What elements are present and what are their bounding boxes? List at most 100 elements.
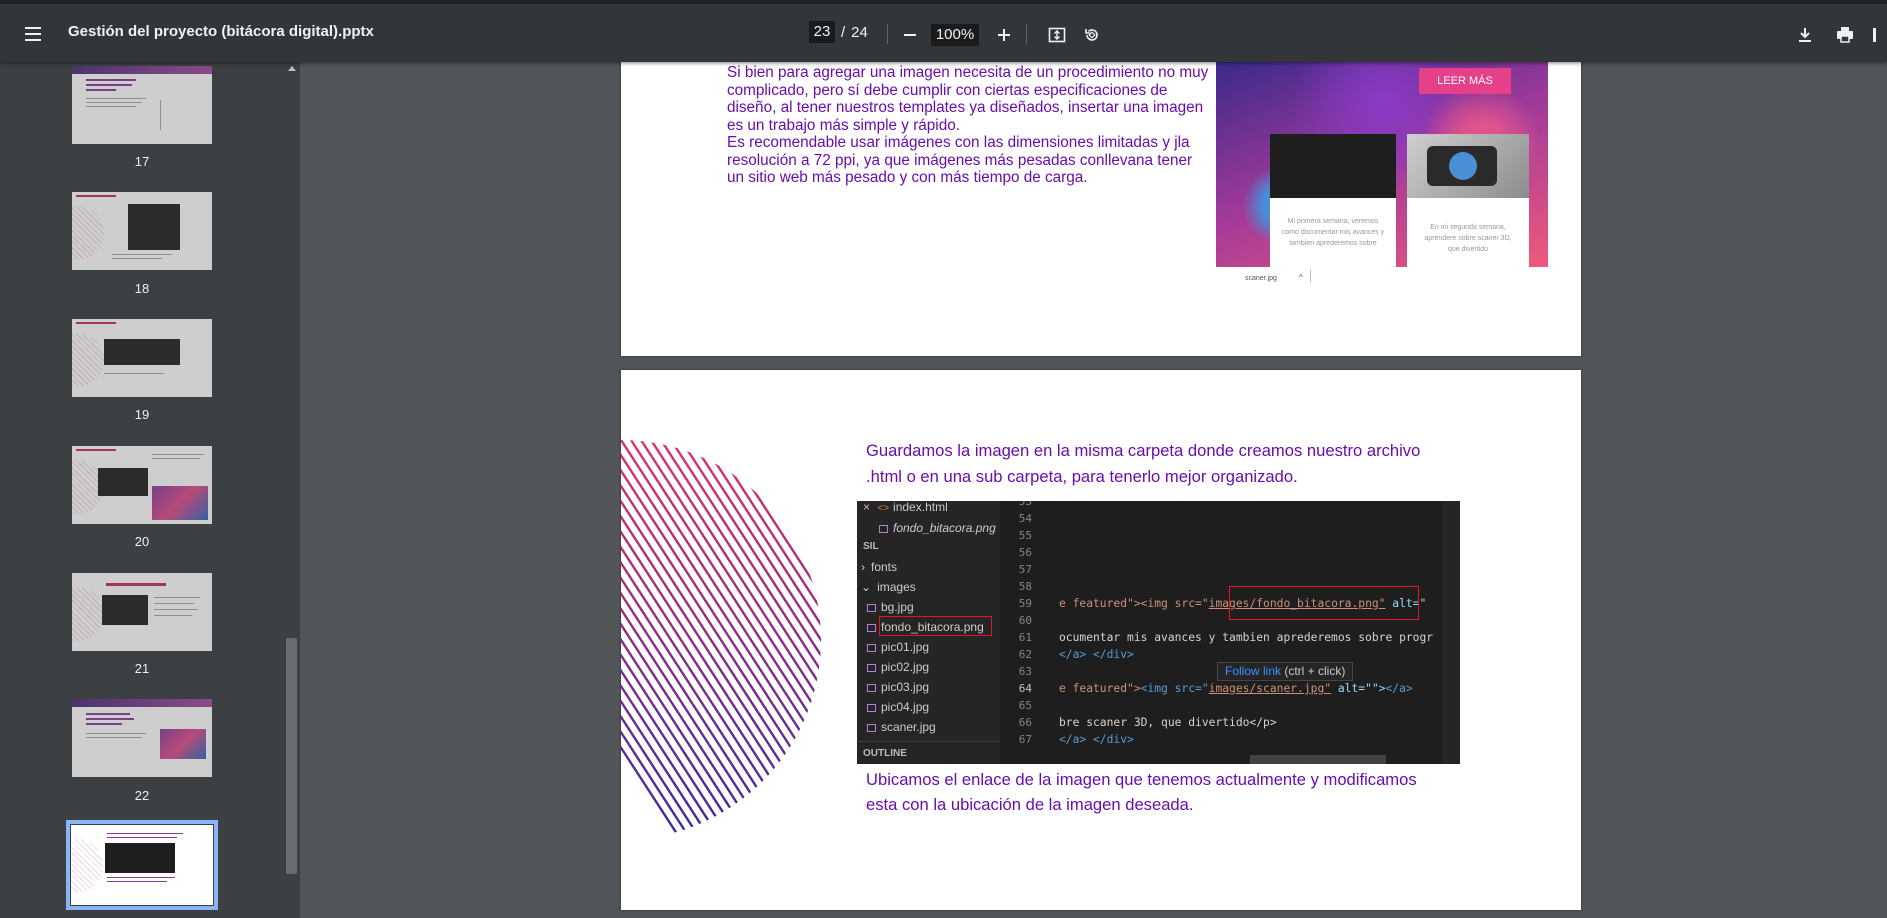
- stripe-line: [621, 440, 713, 840]
- image-file-icon: [867, 664, 876, 672]
- open-file-item: × <> index.html: [863, 501, 948, 514]
- scrollbar-thumb[interactable]: [286, 638, 297, 874]
- menu-icon[interactable]: [21, 22, 45, 46]
- file-item: pic04.jpg: [857, 697, 1000, 717]
- zoom-in-icon: [998, 29, 1010, 41]
- image-file-icon: [867, 624, 876, 632]
- pdf-page-23: Guardamos la imagen en la misma carpeta …: [621, 370, 1581, 910]
- blog-card-2: En mi segunda semana, aprendere sobre sc…: [1407, 134, 1529, 267]
- follow-link-tooltip: Follow link (ctrl + click): [1217, 662, 1354, 681]
- stripe-line: [809, 440, 821, 840]
- sidebar-scrollbar[interactable]: [283, 62, 300, 918]
- page-separator: /: [841, 23, 846, 41]
- file-item: pic01.jpg: [857, 637, 1000, 657]
- website-screenshot-image: LEER MÁS Mi primera semana, veremos como…: [1216, 62, 1548, 267]
- zoom-in-button[interactable]: [990, 21, 1018, 49]
- line-number-gutter: 53 54 55 56 57 58 59 60 61 62 63 64 65 6…: [1018, 501, 1032, 746]
- pdf-page-22: Si bien para agregar una imagen necesita…: [621, 62, 1581, 356]
- thumbnail-page-19[interactable]: [72, 319, 212, 397]
- chevron-down-icon: ⌄: [861, 580, 872, 594]
- outline-section-title: OUTLINE: [863, 748, 907, 759]
- file-explorer-panel: × <> index.html fondo_bitacora.png SIL › f…: [857, 501, 1000, 764]
- print-button[interactable]: [1831, 21, 1859, 49]
- image-file-icon: [867, 604, 876, 612]
- code-line-62: </a> </div>: [1059, 648, 1134, 661]
- thumbnail-label: 17: [134, 154, 150, 169]
- explorer-section-title: SIL: [863, 541, 879, 552]
- more-icon: [1872, 28, 1876, 42]
- thumbnail-page-18[interactable]: [72, 192, 212, 270]
- folder-item: ⌄ images: [861, 580, 916, 594]
- page-number-input[interactable]: 23: [809, 21, 835, 43]
- image-file-icon: [867, 684, 876, 692]
- thumbnail-page-21[interactable]: [72, 573, 212, 651]
- html-file-icon: <>: [877, 503, 890, 514]
- toolbar-divider: [1026, 24, 1027, 44]
- code-line-64: e featured"><img src="images/scaner.jpg"…: [1059, 682, 1413, 695]
- editor-horizontal-scrollbar: [1250, 755, 1386, 764]
- fit-page-button[interactable]: [1043, 21, 1071, 49]
- thumbnail-sidebar: 17 18 19 20 21 22: [0, 62, 283, 918]
- blog-card-1: Mi primera semana, veremos como document…: [1270, 134, 1396, 267]
- stripe-line: [729, 440, 821, 840]
- thumbnail-page-17[interactable]: [72, 66, 212, 144]
- chevron-right-icon: ›: [861, 560, 865, 574]
- fit-page-icon: [1048, 27, 1066, 43]
- zoom-out-button[interactable]: [896, 21, 924, 49]
- folder-item: › fonts: [861, 560, 898, 574]
- thumbnail-page-23[interactable]: [66, 820, 218, 910]
- caption-divider: [1310, 270, 1311, 282]
- stripe-line: [789, 440, 821, 840]
- chevron-up-icon: ^: [1299, 273, 1303, 282]
- thumbnail-label: 19: [134, 407, 150, 422]
- zoom-out-icon: [904, 34, 916, 36]
- more-actions-button[interactable]: [1866, 21, 1887, 49]
- editor-minimap: [1442, 501, 1460, 764]
- thumbnail-page-20[interactable]: [72, 446, 212, 524]
- page-indicator: 23 / 24: [809, 21, 868, 43]
- diagonal-stripes-decoration: [621, 440, 821, 840]
- document-title: Gestión del proyecto (bitácora digital).…: [68, 23, 374, 40]
- file-item: pic02.jpg: [857, 657, 1000, 677]
- thumbnail-label: 22: [134, 788, 150, 803]
- download-button[interactable]: [1791, 21, 1819, 49]
- file-item: pic03.jpg: [857, 677, 1000, 697]
- code-line-61: ocumentar mis avances y tambien apredere…: [1059, 631, 1434, 644]
- code-line-66: bre scaner 3D, que divertido</p>: [1059, 716, 1277, 729]
- stripe-line: [709, 440, 821, 840]
- page-23-bottom-text: Ubicamos el enlace de la imagen que tene…: [866, 770, 1417, 814]
- download-icon: [1799, 28, 1811, 42]
- thumbnail-label: 20: [134, 534, 150, 549]
- open-file-item: fondo_bitacora.png: [857, 518, 1000, 538]
- stripe-line: [669, 440, 821, 840]
- code-editor-screenshot: × <> index.html fondo_bitacora.png SIL › f…: [857, 501, 1460, 764]
- stripe-line: [621, 440, 793, 840]
- toolbar-divider: [887, 24, 888, 44]
- image-file-icon: [867, 704, 876, 712]
- stripe-line: [621, 440, 773, 840]
- pdf-toolbar: Gestión del proyecto (bitácora digital).…: [0, 0, 1887, 62]
- leer-mas-button: LEER MÁS: [1419, 68, 1511, 94]
- scroll-up-arrow-icon[interactable]: [288, 66, 296, 71]
- zoom-level-input[interactable]: 100%: [931, 24, 979, 46]
- highlight-box: [879, 616, 992, 636]
- blog-card-1-text: Mi primera semana, veremos como document…: [1281, 218, 1385, 247]
- rotate-icon: [1085, 29, 1098, 41]
- page-22-paragraph-1: Si bien para agregar una imagen necesita…: [727, 64, 1209, 134]
- code-line-67: </a> </div>: [1059, 733, 1134, 746]
- highlight-box: [1229, 586, 1419, 620]
- page-23-top-text: Guardamos la imagen en la misma carpeta …: [866, 441, 1421, 486]
- file-item: bg.jpg: [857, 597, 1000, 617]
- blog-card-2-text: En mi segunda semana, aprendere sobre sc…: [1424, 224, 1512, 253]
- stripe-line: [769, 440, 821, 840]
- print-icon: [1837, 27, 1853, 43]
- thumbnail-page-22[interactable]: [72, 699, 212, 777]
- stripe-line: [621, 440, 733, 840]
- thumbnail-label: 18: [134, 281, 150, 296]
- thumbnail-label: 21: [134, 661, 150, 676]
- total-pages: 24: [851, 23, 868, 41]
- rotate-button[interactable]: [1078, 21, 1106, 49]
- stripe-line: [649, 440, 821, 840]
- page-22-paragraph-2: Es recomendable usar imágenes con las di…: [727, 134, 1193, 186]
- page-22-text: Si bien para agregar una imagen necesita…: [727, 64, 1212, 187]
